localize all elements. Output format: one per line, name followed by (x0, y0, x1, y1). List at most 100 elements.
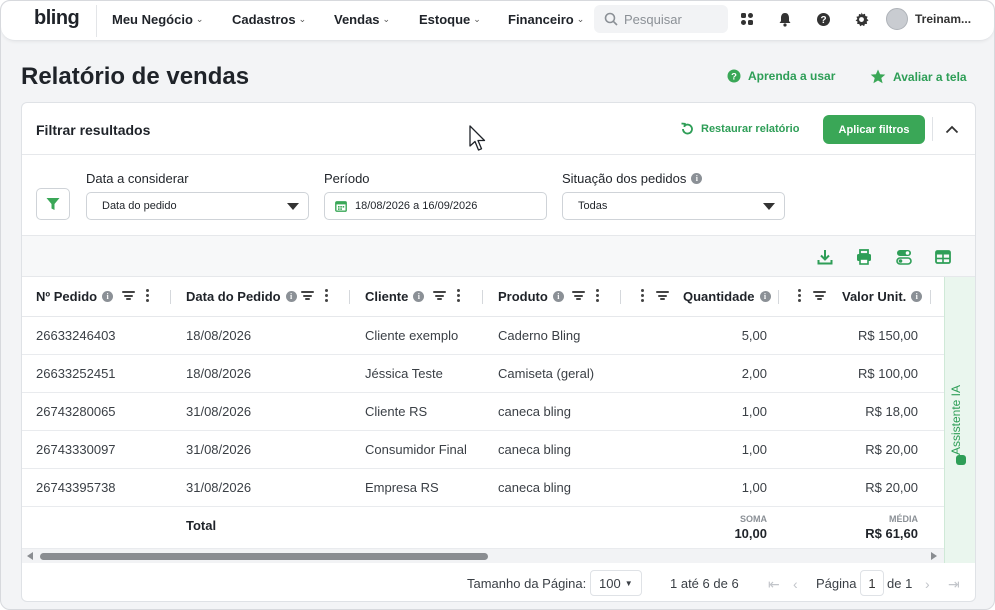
table-view-icon[interactable] (934, 248, 952, 266)
column-filter-icon[interactable] (301, 289, 314, 302)
avatar[interactable] (886, 8, 908, 30)
column-title: Nº Pedido (36, 289, 98, 304)
help-icon: ? (727, 69, 741, 83)
download-icon[interactable] (816, 248, 834, 266)
table-toolbar (22, 236, 975, 277)
cell-order-date: 31/08/2026 (186, 404, 252, 419)
status-select[interactable]: Todas (562, 192, 785, 220)
date-field-select[interactable]: Data do pedido (86, 192, 309, 220)
page-size-select[interactable]: 100 ▼ (590, 570, 642, 596)
column-header-produto[interactable]: Produto i (498, 289, 564, 304)
chevron-down-icon: ⌄ (473, 14, 481, 24)
column-menu-icon[interactable] (596, 289, 600, 302)
prev-page-icon[interactable]: ‹ (793, 576, 798, 592)
table-row[interactable]: 26743280065 31/08/2026 Cliente RS caneca… (22, 393, 944, 431)
period-field[interactable]: 18/08/2026 a 16/09/2026 (324, 192, 547, 220)
nav-item-meu-negocio[interactable]: Meu Negócio ⌄ (112, 12, 203, 27)
last-page-icon[interactable]: ⇥ (948, 576, 960, 593)
column-divider[interactable] (349, 290, 350, 304)
scroll-right-arrow[interactable] (931, 552, 937, 560)
caret-down-icon (763, 203, 775, 210)
user-name[interactable]: Treinam... (915, 12, 971, 26)
column-controls (572, 289, 600, 302)
table-row[interactable]: 26633252451 18/08/2026 Jéssica Teste Cam… (22, 355, 944, 393)
column-header-quantidade[interactable]: Quantidade i (683, 289, 771, 304)
help-icon[interactable]: ? (814, 10, 832, 28)
column-divider[interactable] (778, 290, 779, 304)
table-row[interactable]: 26743395738 31/08/2026 Empresa RS caneca… (22, 469, 944, 507)
column-divider[interactable] (930, 290, 931, 304)
info-icon[interactable]: i (285, 291, 297, 302)
info-icon[interactable]: i (413, 291, 425, 302)
info-icon[interactable]: i (102, 291, 114, 302)
nav-item-vendas[interactable]: Vendas ⌄ (334, 12, 390, 27)
column-filter-icon[interactable] (656, 289, 669, 302)
search-box[interactable] (594, 5, 728, 33)
first-page-icon[interactable]: ⇤ (768, 576, 780, 593)
caret-down-icon: ▼ (624, 578, 633, 588)
cell-quantity: 1,00 (741, 404, 767, 419)
table-header: Nº Pedido i Data do Pedido i Cliente i Prod… (22, 277, 944, 317)
scrollbar-thumb[interactable] (40, 553, 488, 560)
collapse-filters-button[interactable] (942, 119, 962, 139)
page-number-input[interactable] (860, 570, 884, 596)
nav-item-financeiro[interactable]: Financeiro ⌄ (508, 12, 584, 27)
column-title: Cliente (365, 289, 409, 304)
bell-icon[interactable] (776, 10, 794, 28)
column-divider[interactable] (482, 290, 483, 304)
table-row[interactable]: 26633246403 18/08/2026 Cliente exemplo C… (22, 317, 944, 355)
column-filter-icon[interactable] (572, 289, 585, 302)
column-header-cliente[interactable]: Cliente i (365, 289, 425, 304)
column-divider[interactable] (620, 290, 621, 304)
funnel-icon (46, 198, 60, 210)
column-menu-icon[interactable] (641, 289, 645, 302)
restore-report-button[interactable]: Restaurar relatório (680, 122, 799, 136)
page-label: Página (816, 576, 857, 591)
column-filter-icon[interactable] (433, 289, 446, 302)
cell-client: Empresa RS (365, 480, 439, 495)
search-input[interactable] (624, 11, 724, 27)
column-title: Quantidade (683, 289, 755, 304)
column-menu-icon[interactable] (798, 289, 802, 302)
nav-item-label: Meu Negócio (112, 12, 193, 27)
next-page-icon[interactable]: › (925, 576, 930, 592)
column-filter-icon[interactable] (813, 289, 826, 302)
column-divider[interactable] (170, 290, 171, 304)
column-menu-icon[interactable] (457, 289, 461, 302)
apps-icon[interactable] (738, 10, 756, 28)
cell-order-number: 26743280065 (36, 404, 116, 419)
learn-link[interactable]: ? Aprenda a usar (727, 69, 835, 83)
ai-assistant-panel[interactable]: Assistente IA (944, 277, 975, 563)
column-menu-icon[interactable] (146, 289, 150, 302)
star-icon (870, 69, 886, 84)
gear-icon[interactable] (852, 10, 870, 28)
column-title: Valor Unit. (842, 289, 907, 304)
date-field-label-text: Data a considerar (86, 171, 189, 186)
scroll-left-arrow[interactable] (27, 552, 33, 560)
bling-logo[interactable]: bling (34, 7, 80, 30)
rate-link-label: Avaliar a tela (893, 69, 967, 84)
column-header-numero[interactable]: Nº Pedido i (36, 289, 114, 304)
column-header-data[interactable]: Data do Pedido i (186, 289, 297, 304)
cell-order-number: 26743395738 (36, 480, 116, 495)
rate-link[interactable]: Avaliar a tela (870, 69, 967, 84)
filter-toggle-button[interactable] (36, 188, 70, 220)
apply-filters-button[interactable]: Aplicar filtros (823, 115, 925, 144)
column-menu-icon[interactable] (325, 289, 329, 302)
info-icon[interactable]: i (911, 291, 923, 302)
table-row[interactable]: 26743330097 31/08/2026 Consumidor Final … (22, 431, 944, 469)
info-icon[interactable]: i (691, 173, 703, 184)
nav-item-cadastros[interactable]: Cadastros ⌄ (232, 12, 306, 27)
column-header-valor-unit[interactable]: Valor Unit. i (842, 289, 923, 304)
info-icon[interactable]: i (552, 291, 564, 302)
print-icon[interactable] (855, 248, 873, 266)
horizontal-scrollbar[interactable] (22, 549, 944, 563)
toggle-columns-icon[interactable] (895, 248, 913, 266)
info-icon[interactable]: i (759, 291, 771, 302)
nav-item-label: Financeiro (508, 12, 574, 27)
nav-item-estoque[interactable]: Estoque ⌄ (419, 12, 481, 27)
column-filter-icon[interactable] (122, 289, 135, 302)
cell-order-date: 18/08/2026 (186, 328, 252, 343)
cell-order-date: 31/08/2026 (186, 442, 252, 457)
column-controls (122, 289, 150, 302)
